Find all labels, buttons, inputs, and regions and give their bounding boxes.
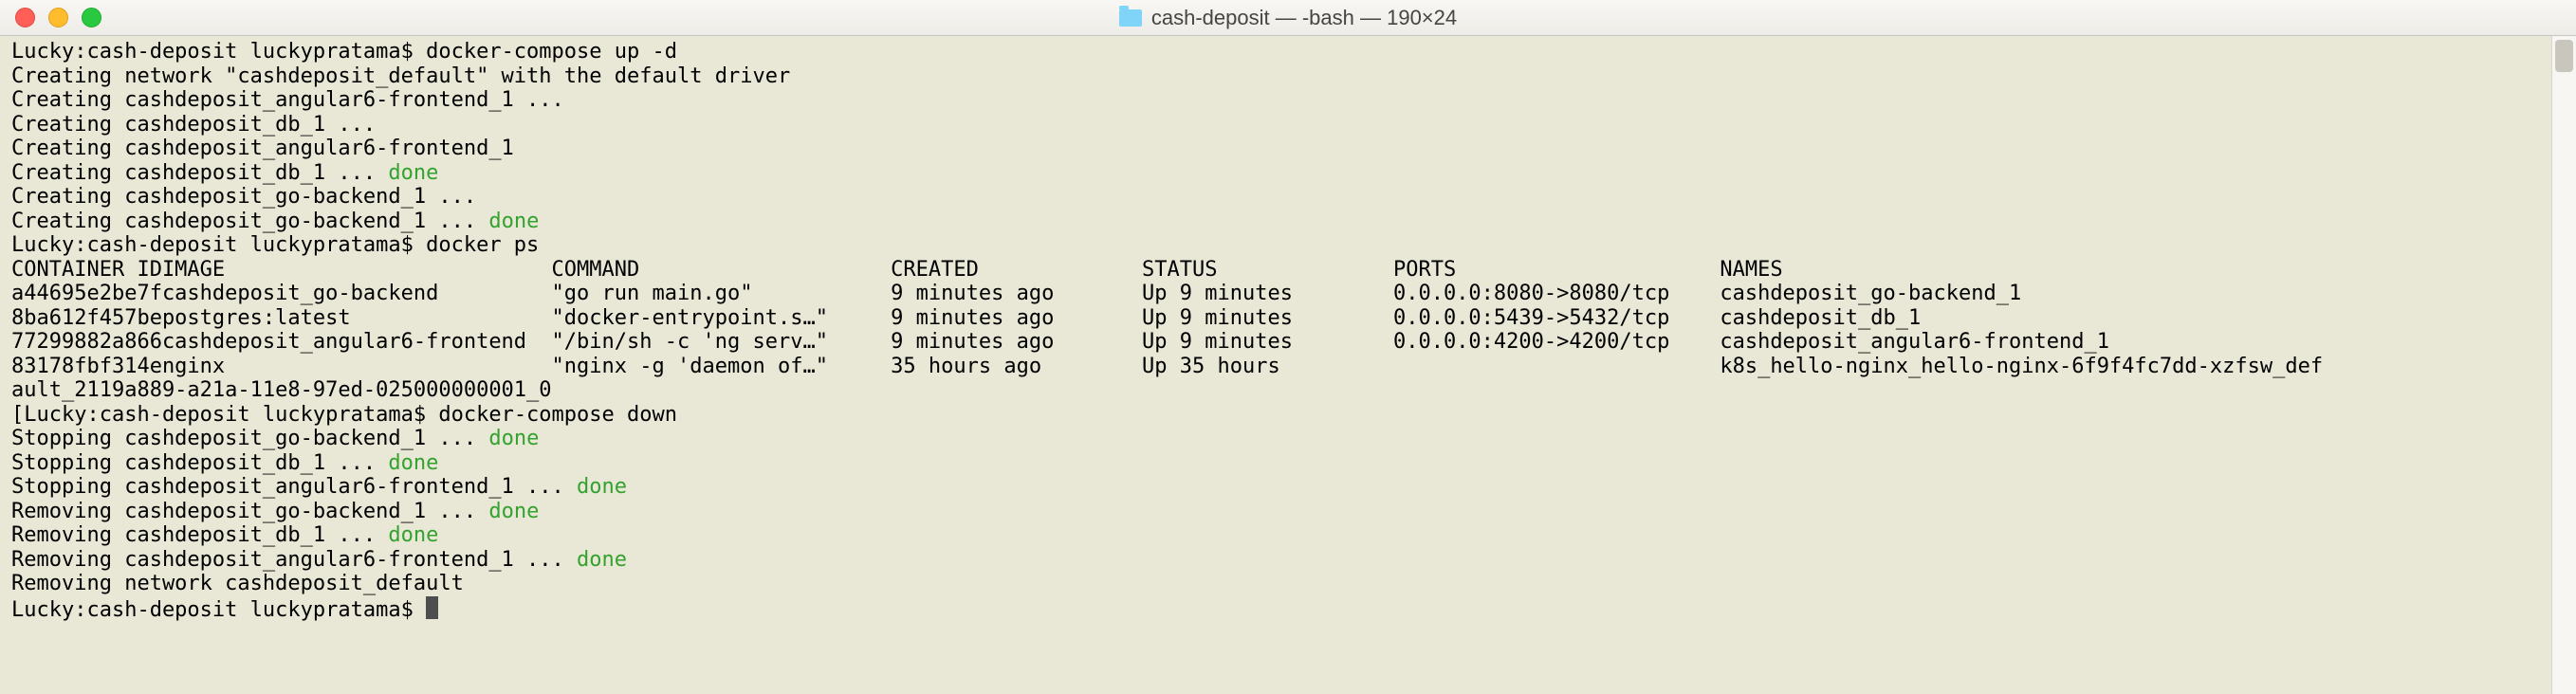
done-label: done <box>488 427 539 450</box>
ps-row: 77299882a866cashdeposit_angular6-fronten… <box>11 330 2565 355</box>
window-controls <box>0 8 101 27</box>
done-label: done <box>577 548 627 572</box>
output-line: Creating cashdeposit_db_1 ... <box>11 161 388 185</box>
shell-prompt: Lucky:cash-deposit luckypratama$ <box>24 403 438 427</box>
shell-command: docker-compose up -d <box>426 40 677 64</box>
maximize-icon[interactable] <box>82 8 101 27</box>
shell-command: docker-compose down <box>438 403 677 427</box>
ps-header-row: CONTAINER IDIMAGE COMMAND CREATED STATUS… <box>11 258 2565 283</box>
scrollbar-thumb[interactable] <box>2555 40 2573 72</box>
done-label: done <box>577 475 627 499</box>
output-line: Removing cashdeposit_angular6-frontend_1… <box>11 548 577 572</box>
output-line: Stopping cashdeposit_go-backend_1 ... <box>11 427 488 450</box>
output-line: Creating cashdeposit_angular6-frontend_1… <box>11 88 2565 113</box>
window-titlebar: cash-deposit — -bash — 190×24 <box>0 0 2576 36</box>
output-line: Creating cashdeposit_angular6-frontend_1 <box>11 137 2565 161</box>
shell-prompt: Lucky:cash-deposit luckypratama$ <box>11 233 426 257</box>
minimize-icon[interactable] <box>48 8 68 27</box>
shell-prompt: Lucky:cash-deposit luckypratama$ <box>11 40 426 64</box>
terminal-output[interactable]: Lucky:cash-deposit luckypratama$ docker-… <box>0 36 2576 694</box>
shell-command: docker ps <box>426 233 539 257</box>
cursor-icon <box>426 596 438 619</box>
scrollbar-track[interactable] <box>2551 36 2576 694</box>
output-line: Stopping cashdeposit_angular6-frontend_1… <box>11 475 577 499</box>
ps-row: 83178fbf314enginx "nginx -g 'daemon of…"… <box>11 355 2565 379</box>
output-line: Removing cashdeposit_db_1 ... <box>11 523 388 547</box>
window-title-text: cash-deposit — -bash — 190×24 <box>1151 6 1457 30</box>
output-line: Creating network "cashdeposit_default" w… <box>11 64 2565 89</box>
output-line: Creating cashdeposit_go-backend_1 ... <box>11 210 488 233</box>
ps-row-wrap: ault_2119a889-a21a-11e8-97ed-02500000000… <box>11 378 2565 403</box>
ps-row: 8ba612f457bepostgres:latest "docker-entr… <box>11 306 2565 331</box>
output-line: Removing cashdeposit_go-backend_1 ... <box>11 500 488 523</box>
done-label: done <box>488 500 539 523</box>
done-label: done <box>388 161 438 185</box>
done-label: done <box>488 210 539 233</box>
shell-prompt: Lucky:cash-deposit luckypratama$ <box>11 598 426 622</box>
ps-row: a44695e2be7fcashdeposit_go-backend "go r… <box>11 282 2565 306</box>
output-line: Removing network cashdeposit_default <box>11 572 2565 596</box>
output-line: Stopping cashdeposit_db_1 ... <box>11 451 388 475</box>
close-icon[interactable] <box>15 8 35 27</box>
done-label: done <box>388 523 438 547</box>
output-line: Creating cashdeposit_db_1 ... <box>11 113 2565 137</box>
output-line: Creating cashdeposit_go-backend_1 ... <box>11 185 2565 210</box>
bracket-open: [ <box>11 403 24 427</box>
window-title: cash-deposit — -bash — 190×24 <box>0 0 2576 35</box>
folder-icon <box>1119 9 1142 27</box>
done-label: done <box>388 451 438 475</box>
terminal-panel: Lucky:cash-deposit luckypratama$ docker-… <box>0 36 2576 694</box>
